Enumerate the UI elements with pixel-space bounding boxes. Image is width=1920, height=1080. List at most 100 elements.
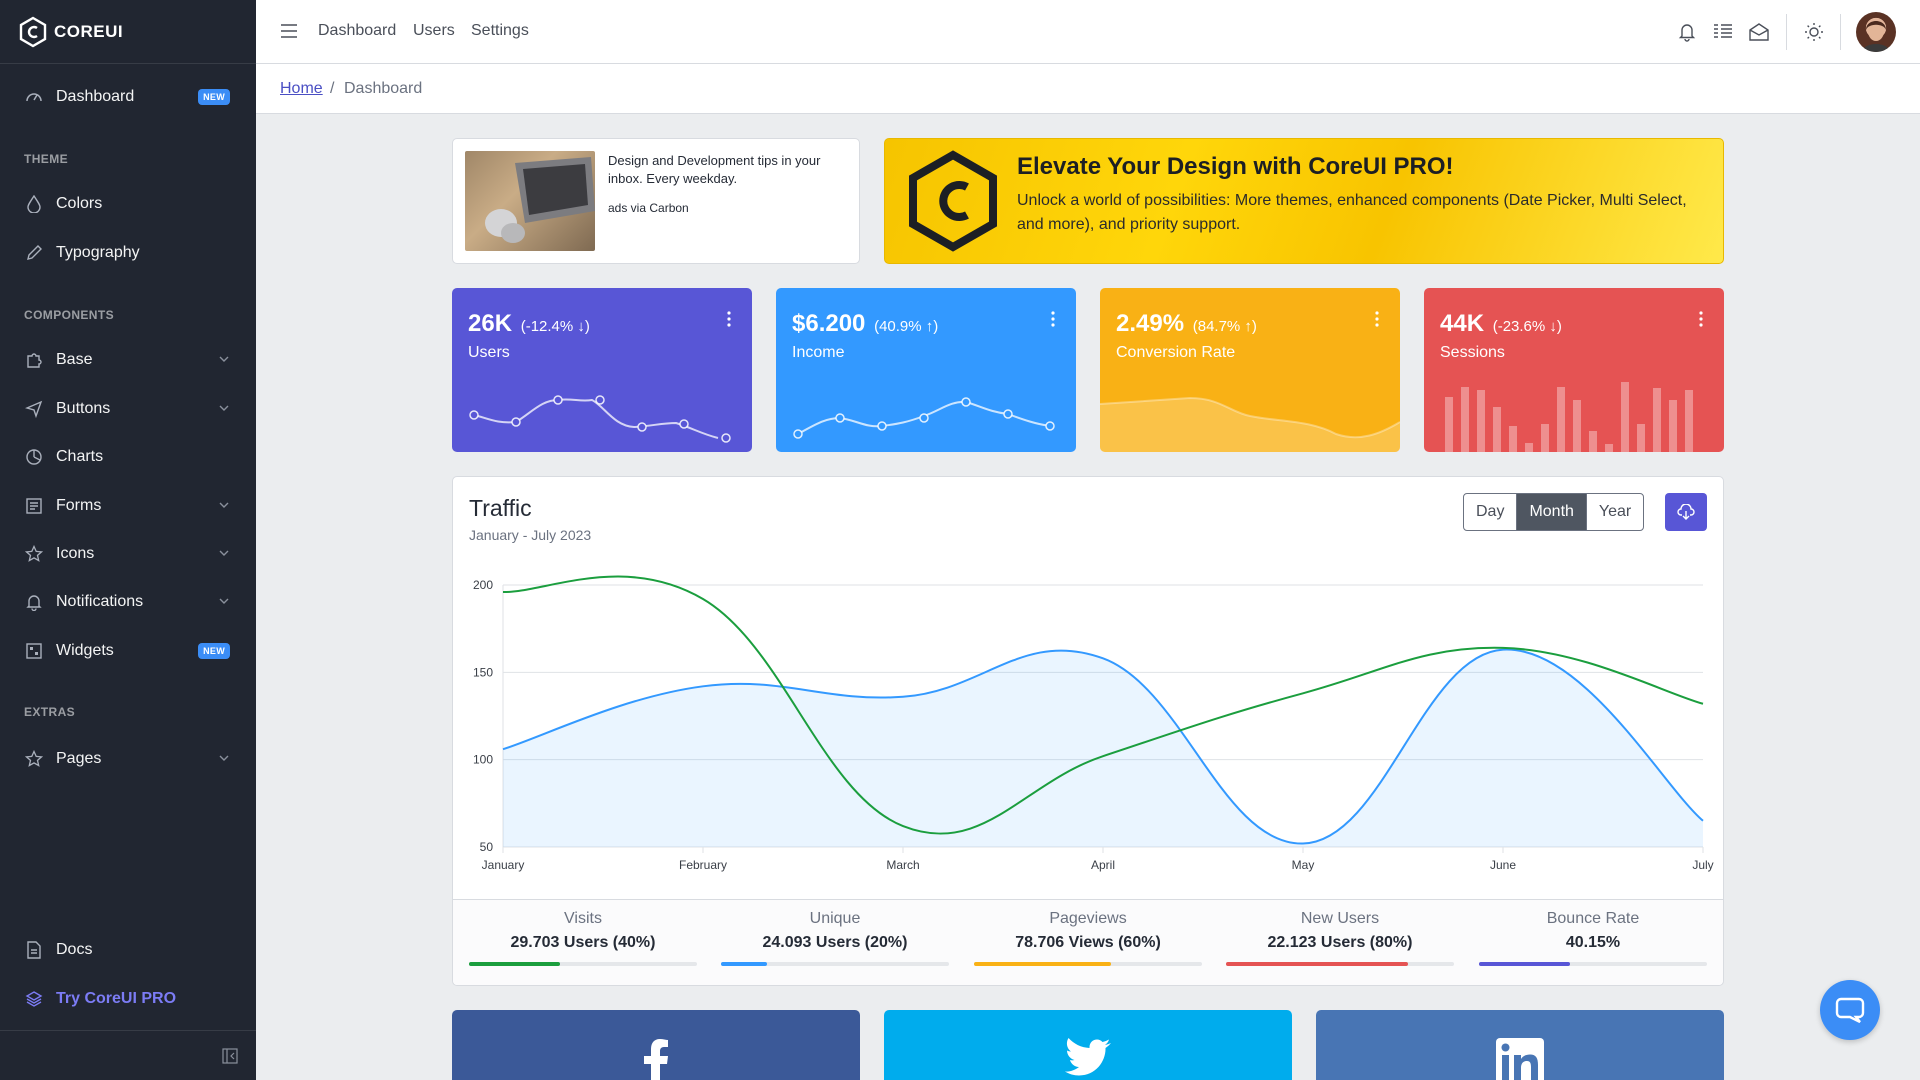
stat-visits: Visits 29.703 Users (40%)	[469, 910, 697, 966]
chat-bubble-icon	[1835, 997, 1865, 1023]
breadcrumb-separator: /	[330, 80, 335, 97]
sidebar-item-buttons[interactable]: Buttons	[0, 385, 256, 433]
ad-text[interactable]: Design and Development tips in your inbo…	[608, 152, 848, 188]
coreui-logo-icon	[19, 16, 47, 47]
more-vertical-icon[interactable]	[1050, 310, 1056, 328]
sidebar-item-docs[interactable]: Docs	[0, 926, 256, 974]
period-year-button[interactable]: Year	[1585, 494, 1643, 530]
sidebar-item-pages[interactable]: Pages	[0, 735, 256, 783]
y-tick-label: 50	[480, 840, 494, 854]
envelope-open-icon[interactable]	[1746, 19, 1772, 45]
widget-income: $6.200 (40.9% ↑) Income	[776, 288, 1076, 452]
sidebar-toggler-icon[interactable]	[222, 1048, 238, 1064]
avatar[interactable]	[1856, 12, 1896, 52]
period-day-button[interactable]: Day	[1464, 494, 1516, 530]
traffic-line-chart: 50 100 150 200 January February March April May J…	[473, 575, 1714, 872]
chat-button[interactable]	[1820, 980, 1880, 1040]
facebook-card[interactable]	[452, 1010, 860, 1080]
sidebar-item-label: Base	[56, 351, 93, 368]
promo-banner[interactable]: Elevate Your Design with CoreUI PRO! Unl…	[884, 138, 1724, 264]
header-nav-settings[interactable]: Settings	[471, 22, 529, 40]
y-tick-label: 200	[473, 578, 493, 592]
download-button[interactable]	[1665, 493, 1707, 531]
sidebar-item-colors[interactable]: Colors	[0, 180, 256, 228]
cloud-download-icon	[1677, 504, 1695, 520]
widget-conversion-rate: 2.49% (84.7% ↑) Conversion Rate	[1100, 288, 1400, 452]
users-sparkline	[469, 395, 731, 443]
sidebar-item-charts[interactable]: Charts	[0, 433, 256, 481]
header-nav-dashboard[interactable]: Dashboard	[318, 22, 396, 40]
sidebar-item-label: Docs	[56, 941, 93, 958]
sidebar-item-label: Colors	[56, 195, 103, 212]
income-sparkline	[793, 397, 1055, 439]
widget-change: (84.7% ↑)	[1192, 318, 1257, 335]
more-vertical-icon[interactable]	[1698, 310, 1704, 328]
speedometer-icon	[24, 87, 44, 107]
sidebar-item-dashboard[interactable]: Dashboard NEW	[0, 73, 256, 121]
bell-icon[interactable]	[1674, 19, 1700, 45]
stat-progress	[469, 962, 697, 966]
sidebar-item-notifications[interactable]: Notifications	[0, 578, 256, 626]
x-tick-label: May	[1292, 858, 1315, 872]
period-month-button[interactable]: Month	[1516, 494, 1586, 530]
stat-label: Bounce Rate	[1546, 910, 1640, 927]
widget-change: (-12.4% ↓)	[520, 318, 590, 335]
star-icon	[24, 544, 44, 564]
sidebar: COREUI Dashboard NEW THEME Colors Typogr…	[0, 0, 256, 1080]
layers-icon	[24, 989, 44, 1009]
stat-progress-fill	[1479, 962, 1571, 966]
cursor-icon	[24, 399, 44, 419]
chart-pie-icon	[24, 447, 44, 467]
description-icon	[24, 940, 44, 960]
x-tick-label: January	[482, 858, 525, 872]
sidebar-item-try-pro[interactable]: Try CoreUI PRO	[0, 975, 256, 1023]
sun-icon[interactable]	[1801, 19, 1827, 45]
facebook-icon	[644, 1039, 668, 1080]
header-nav-users[interactable]: Users	[413, 22, 455, 40]
sidebar-item-forms[interactable]: Forms	[0, 482, 256, 530]
stat-value: 40.15%	[1565, 934, 1621, 951]
menu-toggle-icon[interactable]	[280, 23, 298, 39]
stat-label: New Users	[1300, 910, 1380, 927]
breadcrumb: Home / Dashboard	[256, 64, 1920, 114]
widget-value: 44K	[1440, 310, 1485, 337]
sidebar-item-base[interactable]: Base	[0, 336, 256, 384]
stat-value: 24.093 Users (20%)	[762, 934, 908, 951]
series-area-0	[503, 649, 1703, 847]
stat-progress	[1226, 962, 1454, 966]
widget-label: Income	[792, 344, 845, 361]
brand-logo[interactable]: COREUI	[0, 0, 256, 64]
header-divider	[1786, 14, 1787, 50]
traffic-stats: Visits 29.703 Users (40%) Unique 24.093 …	[453, 899, 1723, 985]
coreui-logo-icon	[909, 150, 997, 252]
ad-via[interactable]: ads via Carbon	[608, 201, 689, 215]
more-vertical-icon[interactable]	[726, 310, 732, 328]
more-vertical-icon[interactable]	[1374, 310, 1380, 328]
header: Dashboard Users Settings	[256, 0, 1920, 64]
sidebar-item-typography[interactable]: Typography	[0, 229, 256, 277]
stat-progress	[1479, 962, 1707, 966]
ad-image[interactable]	[465, 151, 595, 251]
stat-value: 29.703 Users (40%)	[510, 934, 656, 951]
breadcrumb-home[interactable]: Home	[280, 80, 323, 98]
x-tick-label: April	[1091, 858, 1115, 872]
sidebar-item-icons[interactable]: Icons	[0, 530, 256, 578]
nav-title-theme: THEME	[24, 152, 68, 166]
widget-users: 26K (-12.4% ↓) Users	[452, 288, 752, 452]
widget-change: (40.9% ↑)	[874, 318, 939, 335]
twitter-card[interactable]	[884, 1010, 1292, 1080]
sidebar-item-label: Pages	[56, 750, 102, 767]
new-badge: NEW	[198, 89, 230, 105]
pencil-icon	[24, 243, 44, 263]
y-tick-label: 100	[473, 753, 493, 767]
sidebar-item-widgets[interactable]: Widgets NEW	[0, 627, 256, 675]
list-rich-icon[interactable]	[1710, 19, 1736, 45]
sidebar-item-label: Notifications	[56, 593, 144, 610]
stat-progress-fill	[469, 962, 561, 966]
carbon-ad[interactable]: Design and Development tips in your inbo…	[452, 138, 860, 264]
sidebar-item-label: Typography	[56, 244, 140, 261]
linkedin-card[interactable]	[1316, 1010, 1724, 1080]
stat-progress-fill	[1226, 962, 1409, 966]
x-tick-label: July	[1692, 858, 1713, 872]
calculator-icon	[24, 641, 44, 661]
